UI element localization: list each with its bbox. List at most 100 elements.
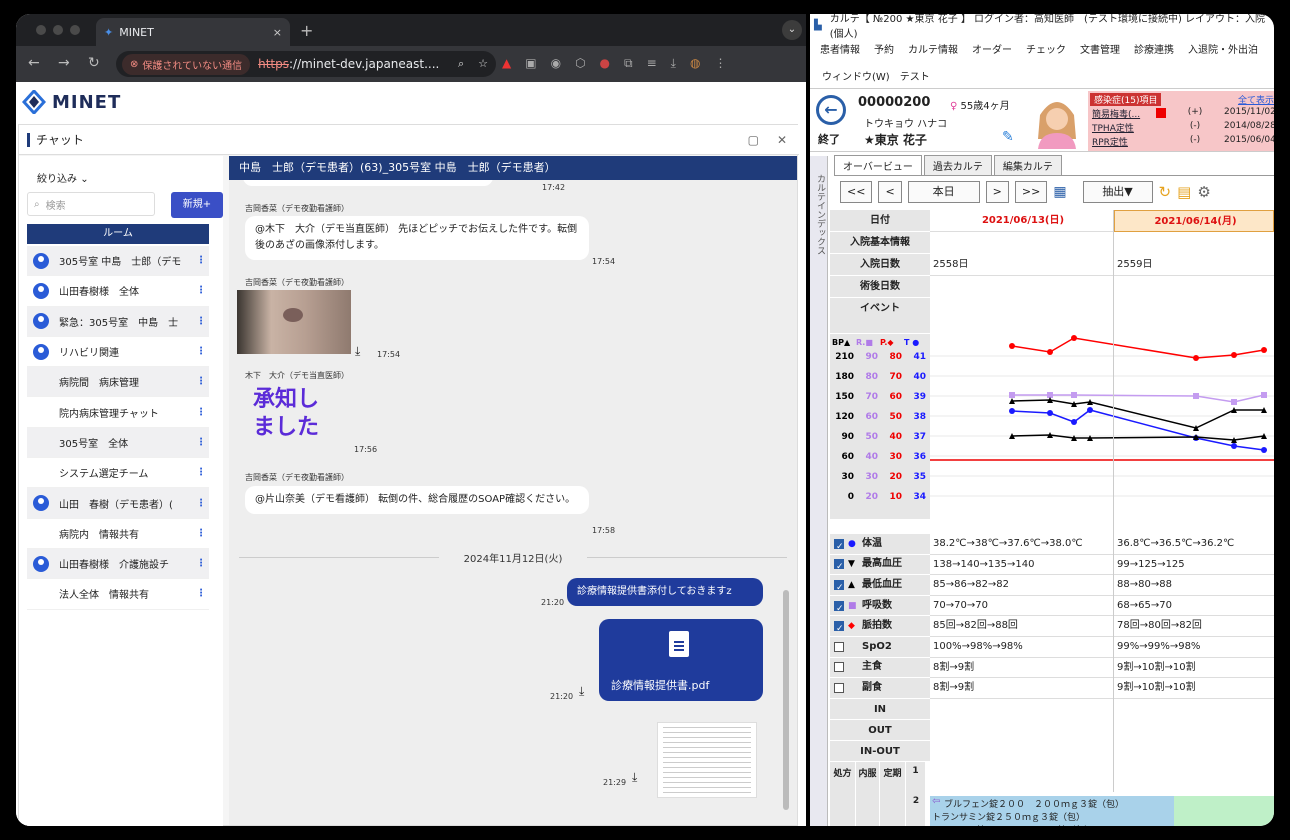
extract-button[interactable]: 抽出▼ [1082,181,1153,203]
date-col-2[interactable]: 2021/06/14(月) [1114,210,1274,232]
room-item[interactable]: 305号室 全体 ⋮ [27,427,209,459]
scrollbar[interactable] [783,590,789,810]
download-icon[interactable]: ⤓ [671,56,676,71]
prev-day-button[interactable]: < [878,181,902,203]
karte-tab[interactable]: オーバービュー [834,155,922,175]
rx-item[interactable]: ブルフェン錠２００ ２００ｍｇ３錠（包） [930,797,1124,810]
new-tab-icon[interactable]: + [300,21,313,40]
search-input[interactable]: ⌕ 検索 [27,192,155,216]
room-item[interactable]: 病院間 病床管理 ⋮ [27,367,209,398]
room-item[interactable]: 院内病床管理チャット ⋮ [27,397,209,428]
next-week-button[interactable]: >> [1014,181,1048,203]
infection-name[interactable]: TPHA定性 [1092,121,1152,134]
pdf-extension-icon[interactable]: ▲ [502,56,511,71]
document-thumbnail[interactable] [657,722,757,798]
room-item[interactable]: リハビリ関連 ⋮ [27,337,209,368]
vital-checkbox[interactable] [834,662,844,673]
kebab-menu-icon[interactable]: ⋮ [193,498,209,509]
menu-item[interactable]: テスト [900,68,930,83]
today-button[interactable]: 本日 [907,181,980,203]
new-room-button[interactable]: 新規+ [171,192,223,218]
back-icon[interactable]: ← [28,55,40,71]
end-button[interactable]: 終了 [818,131,840,147]
kebab-menu-icon[interactable]: ⋮ [193,255,209,266]
forward-icon[interactable]: → [58,55,70,71]
menu-item[interactable]: カルテ情報 [908,41,958,56]
extension-icon[interactable]: ▣ [525,56,536,71]
maximize-icon[interactable]: ▢ [748,133,759,147]
vital-checkbox[interactable] [834,619,844,639]
bruise-photo[interactable] [237,290,351,354]
infection-name[interactable]: 簡易梅毒(... [1092,107,1152,120]
kebab-menu-icon[interactable]: ⋮ [193,346,209,357]
kebab-menu-icon[interactable]: ⋮ [193,558,209,569]
room-item[interactable]: 緊急：305号室 中島 士 ⋮ [27,306,209,337]
rx-item[interactable]: アスベリン錠２０ ２０ｍｇ３錠（包） [930,823,1093,826]
menu-item[interactable]: 入退院・外出泊 [1188,41,1258,56]
security-warning-badge[interactable]: ⊗ 保護されていない通信 [122,53,251,75]
reload-icon[interactable]: ↻ [88,55,100,71]
vital-checkbox[interactable] [834,557,844,577]
infection-name[interactable]: RPR定性 [1092,135,1152,148]
karte-index-tab[interactable]: カルテインデックス [810,156,828,826]
kebab-menu-icon[interactable]: ⋮ [193,316,209,327]
close-icon[interactable]: ✕ [777,133,787,147]
rx-item[interactable]: トランサミン錠２５０ｍｇ３錠（包） [930,810,1085,823]
pdf-attachment[interactable]: 診療情報提供書.pdf [599,619,763,701]
kebab-menu-icon[interactable]: ⋮ [193,467,209,478]
prev-week-button[interactable]: << [840,181,873,203]
download-icon[interactable]: ⤓ [355,344,360,359]
show-all-link[interactable]: 全て表示 [1238,93,1274,106]
vital-checkbox[interactable] [834,578,844,598]
room-item[interactable]: システム選定チーム ⋮ [27,458,209,489]
message-list[interactable]: 17:42 吉岡香菜（デモ夜勤看護師） @木下 大介（デモ当直医師） 先ほどピッ… [229,180,797,825]
url-field[interactable]: ⊗ 保護されていない通信 https://minet-dev.japaneast.… [116,51,496,77]
room-item[interactable]: 305号室 中島 士郎（デモ ⋮ [27,246,209,277]
kebab-menu-icon[interactable]: ⋮ [193,588,209,599]
room-item[interactable]: 山田春樹様 介護施設チ ⋮ [27,548,209,580]
puzzle-icon[interactable]: ⧉ [624,56,633,71]
more-menu-icon[interactable]: ⋮ [714,56,726,71]
room-item[interactable]: 山田春樹様 全体 ⋮ [27,276,209,307]
vital-checkbox[interactable] [834,682,844,693]
back-arrow-icon[interactable]: ← [816,95,846,125]
tab-close-icon[interactable]: × [273,26,282,39]
karte-tab[interactable]: 編集カルテ [993,155,1062,175]
download-icon[interactable]: ⤓ [632,770,637,785]
menu-item[interactable]: 診療連携 [1134,41,1174,56]
room-item[interactable]: 法人全体 情報共有 ⋮ [27,579,209,610]
kebab-menu-icon[interactable]: ⋮ [193,437,209,448]
reading-list-icon[interactable]: ≡ [647,56,657,71]
kebab-menu-icon[interactable]: ⋮ [193,407,209,418]
karte-tab[interactable]: 過去カルテ [923,155,992,175]
menu-item[interactable]: 患者情報 [820,41,860,56]
profile-avatar-icon[interactable]: ◍ [690,56,700,71]
window-controls[interactable] [36,25,80,35]
menu-item[interactable]: チェック [1026,41,1066,56]
menu-item[interactable]: オーダー [972,41,1012,56]
browser-tab[interactable]: ✦ MINET × [96,18,290,46]
vital-checkbox[interactable] [834,599,844,619]
room-item[interactable]: 病院内 情報共有 ⋮ [27,519,209,549]
gear-icon[interactable]: ⚙ [1197,183,1210,201]
menu-item[interactable]: ウィンドウ(W) [822,68,890,83]
extension-icon[interactable]: ⬡ [575,56,585,71]
extension-icon[interactable]: ● [600,56,610,71]
calendar-icon[interactable]: ▦ [1053,184,1066,200]
kebab-menu-icon[interactable]: ⋮ [193,285,209,296]
vital-checkbox[interactable] [834,641,844,652]
zoom-icon[interactable]: ⌕ [458,57,464,71]
extension-icon[interactable]: ◉ [551,56,561,71]
menu-item[interactable]: 予約 [874,41,894,56]
filter-dropdown[interactable]: 絞り込み ⌄ [37,170,89,185]
next-day-button[interactable]: > [985,181,1009,203]
vital-checkbox[interactable] [834,537,844,557]
menu-item[interactable]: 文書管理 [1080,41,1120,56]
date-col-1[interactable]: 2021/06/13(日) [930,210,1113,232]
room-item[interactable]: 山田 春樹（デモ患者）(⋮ [27,488,209,519]
bookmark-star-icon[interactable]: ☆ [478,57,488,71]
kebab-menu-icon[interactable]: ⋮ [193,376,209,387]
kebab-menu-icon[interactable]: ⋮ [193,528,209,539]
refresh-icon[interactable]: ↻ [1159,183,1172,201]
pen-icon[interactable]: ✎ [1002,129,1014,145]
